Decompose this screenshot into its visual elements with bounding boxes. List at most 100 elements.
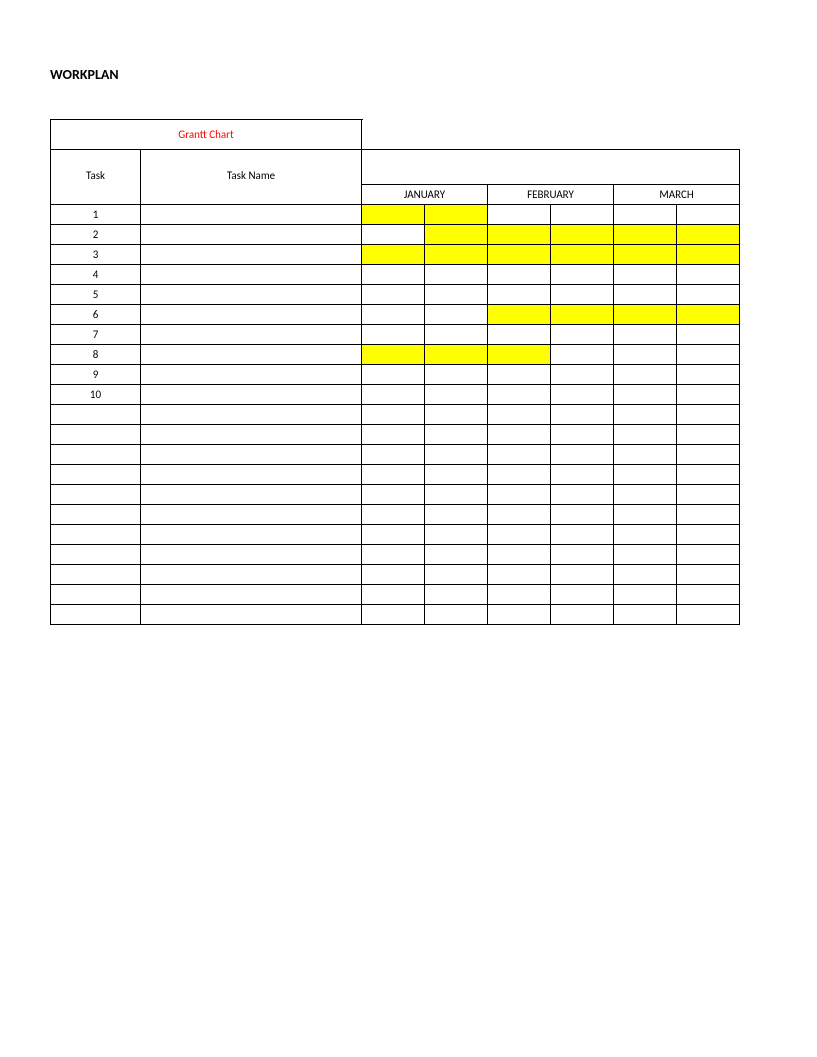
gantt-cell — [614, 245, 677, 265]
gantt-cell — [425, 525, 488, 545]
task-number-cell — [51, 545, 141, 565]
gantt-cell — [551, 265, 614, 285]
task-number-cell: 7 — [51, 325, 141, 345]
task-number-cell — [51, 525, 141, 545]
gantt-cell — [677, 565, 740, 585]
gantt-cell — [362, 285, 425, 305]
task-name-cell — [141, 365, 362, 385]
task-number-cell: 1 — [51, 205, 141, 225]
task-name-cell — [141, 465, 362, 485]
gantt-cell — [362, 385, 425, 405]
task-name-cell — [141, 225, 362, 245]
task-name-cell — [141, 205, 362, 225]
gantt-cell — [677, 345, 740, 365]
gantt-cell — [362, 525, 425, 545]
table-row — [51, 545, 740, 565]
gantt-cell — [614, 205, 677, 225]
task-number-cell — [51, 425, 141, 445]
gantt-cell — [362, 605, 425, 625]
gantt-cell — [677, 445, 740, 465]
task-name-cell — [141, 485, 362, 505]
gantt-table: Grantt Chart Task Task Name JANUARY FEBR… — [50, 119, 740, 625]
table-row — [51, 485, 740, 505]
gantt-cell — [614, 425, 677, 445]
gantt-cell — [488, 225, 551, 245]
task-name-cell — [141, 545, 362, 565]
table-row: 2 — [51, 225, 740, 245]
gantt-cell — [425, 345, 488, 365]
task-name-cell — [141, 325, 362, 345]
gantt-cell — [551, 465, 614, 485]
gantt-cell — [677, 525, 740, 545]
task-name-cell — [141, 405, 362, 425]
task-name-cell — [141, 385, 362, 405]
header-month-mar: MARCH — [614, 185, 740, 205]
gantt-cell — [425, 605, 488, 625]
table-row — [51, 565, 740, 585]
gantt-cell — [614, 445, 677, 465]
task-number-cell: 2 — [51, 225, 141, 245]
gantt-cell — [488, 345, 551, 365]
blank-header-right — [362, 120, 740, 150]
gantt-cell — [425, 385, 488, 405]
gantt-cell — [425, 205, 488, 225]
gantt-cell — [425, 285, 488, 305]
task-number-cell — [51, 585, 141, 605]
table-row: 10 — [51, 385, 740, 405]
table-row — [51, 525, 740, 545]
task-number-cell — [51, 405, 141, 425]
gantt-cell — [425, 505, 488, 525]
task-name-cell — [141, 285, 362, 305]
task-name-cell — [141, 525, 362, 545]
gantt-cell — [551, 205, 614, 225]
gantt-cell — [488, 285, 551, 305]
gantt-cell — [362, 565, 425, 585]
gantt-cell — [614, 305, 677, 325]
gantt-cell — [362, 405, 425, 425]
gantt-cell — [425, 225, 488, 245]
gantt-cell — [488, 465, 551, 485]
gantt-cell — [425, 245, 488, 265]
gantt-cell — [425, 565, 488, 585]
gantt-cell — [488, 605, 551, 625]
gantt-cell — [614, 585, 677, 605]
gantt-cell — [362, 485, 425, 505]
gantt-cell — [362, 585, 425, 605]
header-month-feb: FEBRUARY — [488, 185, 614, 205]
gantt-cell — [677, 265, 740, 285]
gantt-cell — [362, 325, 425, 345]
table-row — [51, 445, 740, 465]
gantt-cell — [425, 405, 488, 425]
table-row: 8 — [51, 345, 740, 365]
task-name-cell — [141, 565, 362, 585]
task-name-cell — [141, 345, 362, 365]
chart-title: Grantt Chart — [51, 120, 362, 150]
gantt-cell — [614, 325, 677, 345]
task-name-cell — [141, 585, 362, 605]
page-title: WORKPLAN — [50, 66, 817, 83]
task-number-cell: 5 — [51, 285, 141, 305]
gantt-cell — [677, 405, 740, 425]
table-row: 4 — [51, 265, 740, 285]
gantt-cell — [488, 305, 551, 325]
gantt-cell — [362, 505, 425, 525]
gantt-cell — [614, 285, 677, 305]
task-number-cell: 8 — [51, 345, 141, 365]
gantt-cell — [488, 205, 551, 225]
gantt-cell — [362, 305, 425, 325]
table-row: 5 — [51, 285, 740, 305]
gantt-cell — [677, 325, 740, 345]
gantt-cell — [488, 445, 551, 465]
gantt-cell — [425, 265, 488, 285]
gantt-cell — [677, 465, 740, 485]
task-number-cell: 4 — [51, 265, 141, 285]
gantt-cell — [614, 465, 677, 485]
gantt-cell — [425, 425, 488, 445]
gantt-cell — [488, 485, 551, 505]
gantt-cell — [677, 245, 740, 265]
gantt-cell — [488, 325, 551, 345]
task-name-cell — [141, 445, 362, 465]
gantt-cell — [677, 505, 740, 525]
gantt-cell — [551, 325, 614, 345]
gantt-cell — [551, 485, 614, 505]
